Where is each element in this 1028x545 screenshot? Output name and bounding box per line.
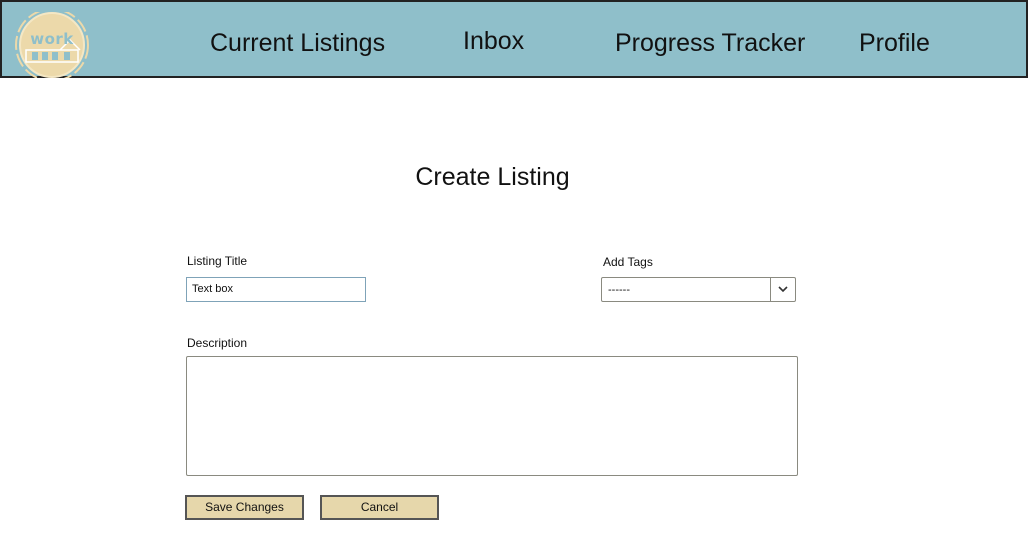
nav-inbox[interactable]: Inbox	[463, 26, 524, 56]
add-tags-label: Add Tags	[603, 255, 653, 269]
add-tags-selected-value: ------	[608, 284, 630, 296]
listing-title-label: Listing Title	[187, 254, 248, 268]
listing-title-input[interactable]: Text box	[186, 277, 366, 302]
chevron-down-icon[interactable]	[770, 278, 795, 301]
top-navbar: work Current Listings Inbox Progress Tra…	[0, 0, 1028, 78]
page-title: Create Listing	[415, 163, 570, 191]
description-label: Description	[187, 336, 248, 350]
nav-current-listings[interactable]: Current Listings	[210, 28, 385, 58]
save-changes-button[interactable]: Save Changes	[185, 495, 304, 520]
nav-profile[interactable]: Profile	[859, 28, 930, 58]
logo[interactable]: work	[12, 12, 92, 78]
cancel-button[interactable]: Cancel	[320, 495, 439, 520]
nav-progress-tracker[interactable]: Progress Tracker	[615, 28, 805, 58]
add-tags-select[interactable]: ------	[601, 277, 796, 302]
description-textarea[interactable]	[186, 356, 798, 476]
logo-text: work	[30, 30, 74, 48]
